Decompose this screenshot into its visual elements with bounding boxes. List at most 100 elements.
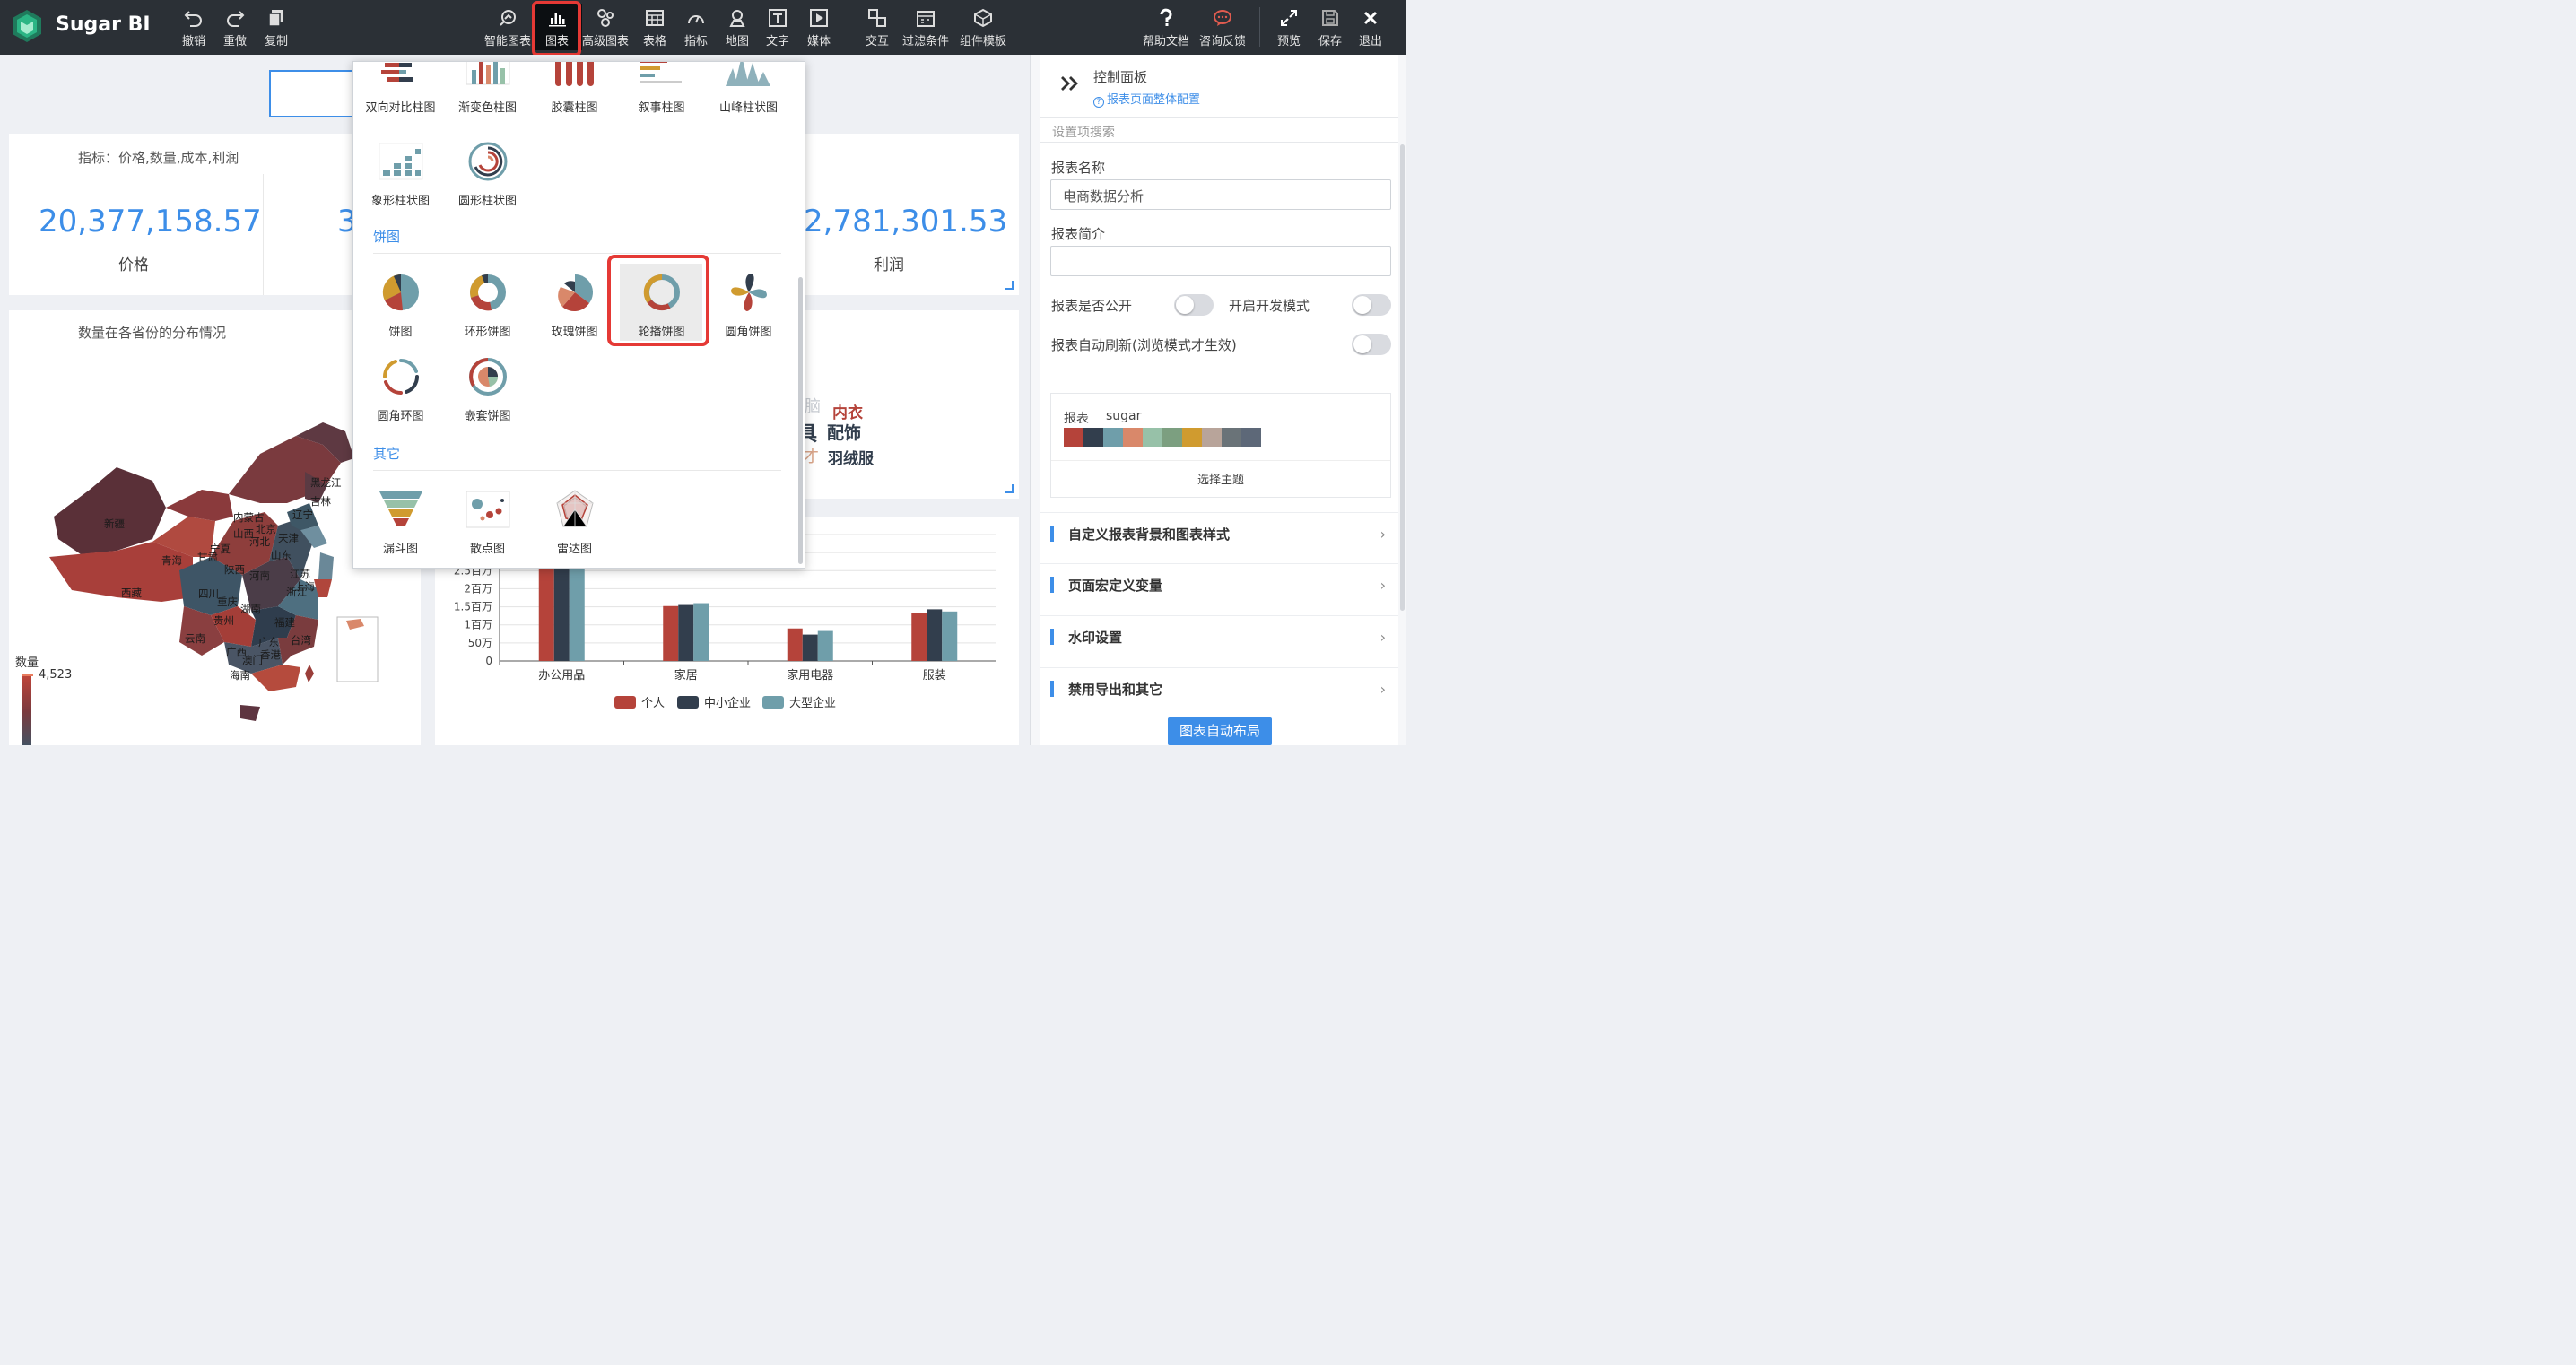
table-icon xyxy=(646,10,664,26)
auto-refresh-toggle[interactable] xyxy=(1352,334,1391,355)
x-tick-label: 家居 xyxy=(674,668,698,682)
settings-search[interactable]: 设置项搜索 xyxy=(1040,117,1398,143)
chart-type-circular-bar[interactable]: 圆形柱状图 xyxy=(444,135,531,208)
chart-type-scatter[interactable]: 散点图 xyxy=(444,483,531,556)
section-disable-export[interactable]: 禁用导出和其它 › xyxy=(1040,667,1398,717)
map-legend-handle[interactable] xyxy=(22,674,33,676)
chevron-right-icon: › xyxy=(1379,526,1386,543)
theme-color-swatch xyxy=(1123,428,1143,447)
y-tick-label: 1.5百万 xyxy=(454,601,492,613)
auto-layout-button[interactable]: 图表自动布局 xyxy=(1168,717,1272,745)
tool-component-template[interactable]: 组件模板 xyxy=(958,7,1008,48)
chart-type-name: 嵌套饼图 xyxy=(464,410,511,423)
map-label-hunan: 湖南 xyxy=(240,603,261,615)
section-accent-bar xyxy=(1050,629,1054,645)
chart-type-nested-pie[interactable]: 嵌套饼图 xyxy=(444,351,531,423)
map-label-henan: 河南 xyxy=(249,569,270,582)
public-label: 报表是否公开 xyxy=(1051,298,1133,314)
theme-label-sugar: sugar xyxy=(1106,409,1142,423)
section-custom-background[interactable]: 自定义报表背景和图表样式 › xyxy=(1040,512,1398,562)
feedback-button[interactable]: 咨询反馈 xyxy=(1197,7,1248,48)
resize-handle[interactable] xyxy=(1005,484,1014,493)
legend-swatch xyxy=(762,696,784,709)
chart-type-rounded-ring[interactable]: 圆角环图 xyxy=(357,351,444,423)
map-label-tianjin: 天津 xyxy=(278,532,299,544)
copy-button[interactable]: 复制 xyxy=(251,7,301,48)
kpi-value-price: 20,377,158.57 xyxy=(39,204,262,239)
bar-1 xyxy=(802,634,818,661)
section-pie: 饼图 xyxy=(373,229,401,245)
chart-type-name: 漏斗图 xyxy=(382,543,418,556)
bar-2 xyxy=(817,630,833,661)
map-label-tibet: 西藏 xyxy=(121,587,142,599)
section-other: 其它 xyxy=(373,446,401,462)
theme-color-swatch xyxy=(1064,428,1083,447)
tool-filter[interactable]: 过滤条件 xyxy=(901,7,951,48)
section-label: 自定义报表背景和图表样式 xyxy=(1068,526,1231,543)
tool-media[interactable]: 媒体 xyxy=(794,7,844,48)
map-label-heilongjiang: 黑龙江 xyxy=(310,476,342,489)
chart-type-name: 双向对比柱图 xyxy=(365,101,436,115)
donut-pie-thumbnail-icon xyxy=(469,274,506,311)
panel-config-link[interactable]: ? 报表页面整体配置 xyxy=(1093,90,1200,108)
chart-type-radar[interactable]: 雷达图 xyxy=(531,483,618,556)
chart-type-funnel[interactable]: 漏斗图 xyxy=(357,483,444,556)
chart-type-donut-pie[interactable]: 环形饼图 xyxy=(444,266,531,339)
save-disk-icon xyxy=(1322,10,1338,26)
selected-text-box[interactable] xyxy=(269,70,357,117)
sugar-bi-editor: Sugar BI 撤销 重做 复制 智能图表 图表 高级图表 表格 指标 地图 … xyxy=(0,0,1406,745)
map-label-jiangsu: 江苏 xyxy=(290,568,310,580)
map-label-guangdong: 广东 xyxy=(258,636,279,648)
tool-smart-chart[interactable]: 智能图表 xyxy=(483,7,533,48)
radar-thumbnail-icon xyxy=(555,490,594,527)
resize-handle[interactable] xyxy=(1005,281,1014,290)
gauge-icon xyxy=(688,15,704,24)
x-tick-label: 办公用品 xyxy=(538,669,585,682)
undo-icon xyxy=(184,11,202,27)
chart-type-dropdown: 双向对比柱图 渐变色柱图 胶囊柱图 叙事柱图 山峰柱状图 象形柱状图 圆形柱状图 xyxy=(352,61,805,569)
map-legend-gradient[interactable] xyxy=(22,674,31,745)
public-toggle[interactable] xyxy=(1174,294,1214,316)
chart-type-pie[interactable]: 饼图 xyxy=(357,266,444,339)
exit-button[interactable]: 退出 xyxy=(1345,7,1396,48)
section-label: 页面宏定义变量 xyxy=(1068,578,1163,594)
map-label-chongqing: 重庆 xyxy=(217,596,238,608)
map-label-shaanxi: 陕西 xyxy=(224,563,245,576)
chart-type-name: 圆角环图 xyxy=(377,410,424,423)
report-desc-input[interactable] xyxy=(1050,246,1391,276)
choose-theme-button[interactable]: 选择主题 xyxy=(1051,470,1390,487)
chart-type-rose-pie[interactable]: 玫瑰饼图 xyxy=(531,266,618,339)
chevron-right-icon: › xyxy=(1379,629,1386,646)
chart-type-bidirectional-bar[interactable]: 双向对比柱图 xyxy=(357,62,444,115)
text-icon xyxy=(769,9,787,27)
chart-type-capsule-bar[interactable]: 胶囊柱图 xyxy=(531,62,618,115)
panel-config-text: 报表页面整体配置 xyxy=(1107,93,1201,107)
chart-type-narrative-bar[interactable]: 叙事柱图 xyxy=(618,62,705,115)
report-name-value: 电商数据分析 xyxy=(1063,188,1144,204)
section-macro-variables[interactable]: 页面宏定义变量 › xyxy=(1040,563,1398,613)
help-docs-button[interactable]: 帮助文档 xyxy=(1141,7,1191,48)
chart-type-name: 雷达图 xyxy=(556,543,592,556)
chart-type-gradient-bar[interactable]: 渐变色柱图 xyxy=(444,62,531,115)
redo-icon xyxy=(227,11,245,27)
chart-type-name: 渐变色柱图 xyxy=(457,101,517,115)
dropdown-scrollbar[interactable] xyxy=(798,277,803,564)
bar-0 xyxy=(911,613,927,661)
tool-advanced-chart[interactable]: 高级图表 xyxy=(580,7,631,48)
chart-type-peak-bar[interactable]: 山峰柱状图 xyxy=(705,62,792,115)
chart-type-rounded-pie[interactable]: 圆角饼图 xyxy=(705,266,792,339)
collapse-panel-icon[interactable] xyxy=(1059,74,1081,92)
panel-scrollbar[interactable] xyxy=(1400,144,1405,611)
report-name-input[interactable]: 电商数据分析 xyxy=(1050,179,1391,210)
circular-bar-thumbnail-icon xyxy=(468,142,507,181)
bar-1 xyxy=(927,609,943,661)
section-accent-bar xyxy=(1050,577,1054,593)
copy-label: 复制 xyxy=(264,35,288,48)
section-watermark[interactable]: 水印设置 › xyxy=(1040,615,1398,665)
tool-interaction[interactable]: 交互 xyxy=(852,7,902,48)
theme-swatches[interactable] xyxy=(1064,428,1261,447)
advanced-chart-icon xyxy=(597,9,614,27)
dev-mode-toggle[interactable] xyxy=(1352,294,1391,316)
smart-chart-label: 智能图表 xyxy=(483,35,531,48)
chart-type-pictorial-bar[interactable]: 象形柱状图 xyxy=(357,135,444,208)
